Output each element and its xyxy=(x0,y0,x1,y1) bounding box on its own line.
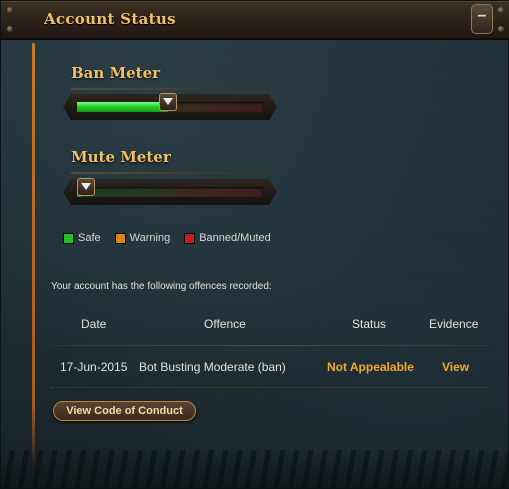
divider xyxy=(71,88,271,90)
offence-status: Not Appealable xyxy=(327,360,414,374)
evidence-view-link[interactable]: View xyxy=(442,360,469,374)
account-status-panel: Account Status − Ban Meter Mute Meter Sa… xyxy=(0,0,509,489)
banned-swatch-icon xyxy=(184,232,196,244)
table-divider xyxy=(51,387,489,388)
view-code-of-conduct-button[interactable]: View Code of Conduct xyxy=(53,401,196,421)
meter-legend: Safe Warning Banned/Muted xyxy=(63,232,285,244)
legend-label: Warning xyxy=(129,232,171,244)
legend-label: Safe xyxy=(78,232,101,244)
ban-meter-title: Ban Meter xyxy=(71,64,161,82)
legend-item-warning: Warning xyxy=(114,232,171,244)
meter-track xyxy=(77,178,263,197)
rivet-icon xyxy=(498,26,504,32)
meter-track xyxy=(77,93,263,112)
panel-header: Account Status − xyxy=(1,1,509,40)
ban-meter-fill xyxy=(77,102,168,112)
table-divider xyxy=(51,345,489,346)
collapse-button[interactable]: − xyxy=(471,4,493,34)
column-header-evidence: Evidence xyxy=(429,317,479,331)
column-header-status: Status xyxy=(352,317,387,331)
offence-date: 17-Jun-2015 xyxy=(60,360,128,374)
legend-item-banned: Banned/Muted xyxy=(184,232,271,244)
warning-swatch-icon xyxy=(114,232,126,244)
column-header-offence: Offence xyxy=(204,317,246,331)
mute-meter-title: Mute Meter xyxy=(71,148,171,166)
offences-intro: Your account has the following offences … xyxy=(51,281,272,292)
column-header-date: Date xyxy=(81,317,107,331)
mute-meter-marker-icon xyxy=(77,178,95,196)
torn-bottom-edge xyxy=(1,450,509,488)
offence-name: Bot Busting Moderate (ban) xyxy=(139,360,286,374)
side-rail xyxy=(32,43,35,469)
rivet-icon xyxy=(7,7,13,13)
panel-title: Account Status xyxy=(44,10,176,28)
rivet-icon xyxy=(498,7,504,13)
legend-label: Banned/Muted xyxy=(199,232,271,244)
divider xyxy=(71,172,271,174)
ban-meter-marker-icon xyxy=(159,93,177,111)
ban-meter xyxy=(63,93,277,120)
safe-swatch-icon xyxy=(63,232,74,244)
legend-item-safe: Safe xyxy=(63,232,101,244)
mute-meter xyxy=(63,178,277,205)
rivet-icon xyxy=(7,26,13,32)
